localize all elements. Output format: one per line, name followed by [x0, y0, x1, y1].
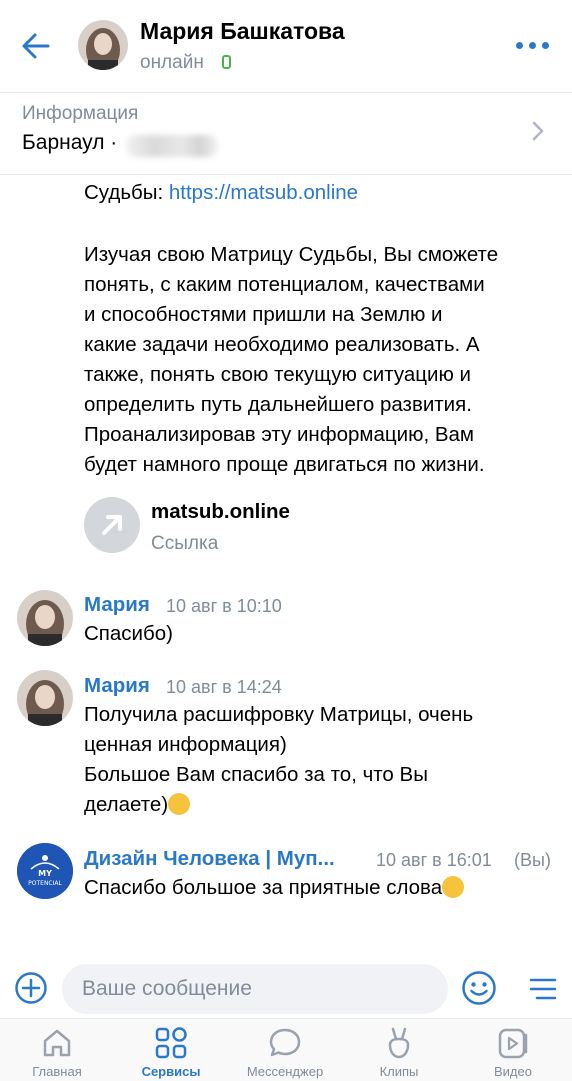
link-card-title[interactable]: matsub.online: [151, 500, 290, 524]
message-text-line: также, понять свою текущую ситуацию и: [84, 363, 471, 386]
message-text-line: какие задачи необходимо реализовать. А: [84, 333, 480, 356]
message-text: Спасибо большое за приятные слова: [84, 876, 443, 899]
attach-plus-icon[interactable]: [14, 971, 48, 1005]
menu-lines-icon[interactable]: [528, 974, 558, 1004]
tab-label: Главная: [32, 1064, 82, 1079]
message-bubble-icon: [269, 1028, 301, 1057]
tab-label: Клипы: [379, 1064, 419, 1079]
info-label: Информация: [22, 103, 139, 124]
tab-label: Мессенджер: [246, 1064, 324, 1079]
message-text-line: Получила расшифровку Матрицы, очень: [84, 703, 474, 726]
community-avatar[interactable]: MY POTENCIAL: [17, 843, 73, 899]
community-avatar-text-1: MY: [38, 869, 52, 878]
tab-label: Видео: [494, 1064, 532, 1079]
message-text-line: Судьбы: https://matsub.online: [84, 181, 359, 204]
contact-name[interactable]: Мария Башкатова: [140, 18, 345, 45]
more-horizontal-icon[interactable]: [516, 40, 550, 52]
link-card-subtitle: Ссылка: [151, 533, 219, 554]
tab-home[interactable]: Главная: [0, 1018, 114, 1080]
sender-name[interactable]: Мария: [84, 674, 150, 698]
video-play-icon: [498, 1028, 528, 1059]
message-text-line: Проанализировав эту информацию, Вам: [84, 423, 475, 446]
mobile-online-icon: [222, 55, 231, 69]
message-text-line: определить путь дальнейшего развития.: [84, 393, 472, 416]
message-text-line: Спасибо): [84, 622, 173, 645]
message-text: делаете): [84, 793, 169, 816]
emoji-smile-icon[interactable]: [461, 970, 497, 1006]
sender-name[interactable]: Мария: [84, 593, 150, 617]
tab-messenger[interactable]: Мессенджер: [228, 1018, 342, 1080]
message-text-line: ценная информация): [84, 733, 287, 756]
sender-avatar[interactable]: [17, 590, 73, 646]
relieved-face-emoji-icon: [168, 793, 191, 815]
message-time: 10 авг в 14:24: [166, 677, 282, 697]
message-link[interactable]: https://matsub.online: [169, 181, 358, 204]
message-time: 10 авг в 10:10: [166, 596, 282, 616]
message-text-line: Изучая свою Матрицу Судьбы, Вы сможете: [84, 243, 499, 266]
message-text-line: Большое Вам спасибо за то, что Вы: [84, 763, 428, 786]
smiling-face-emoji-icon: [442, 876, 465, 898]
message-text-line: делаете): [84, 790, 191, 820]
clips-icon: [388, 1027, 410, 1059]
link-share-icon[interactable]: [84, 497, 140, 553]
message-time: 10 авг в 16:01: [376, 850, 492, 870]
message-text-line: будет намного проще двигаться по жизни.: [84, 453, 485, 476]
blurred-date: [126, 135, 218, 157]
tab-services[interactable]: Сервисы: [114, 1018, 228, 1080]
chevron-right-icon[interactable]: [530, 120, 546, 142]
message-text-line: понять, с каким потенциалом, качествами: [84, 273, 485, 296]
message-input[interactable]: [82, 964, 432, 1014]
info-city: Барнаул ·: [22, 131, 118, 154]
message-input-container: [62, 964, 448, 1014]
sender-name[interactable]: Дизайн Человека | Myп...: [84, 847, 335, 871]
info-divider: [0, 174, 572, 175]
home-icon: [43, 1029, 71, 1057]
sender-avatar[interactable]: [17, 670, 73, 726]
tab-video[interactable]: Видео: [456, 1018, 570, 1080]
back-arrow-icon[interactable]: [18, 28, 54, 64]
message-text-line: Спасибо большое за приятные слова: [84, 873, 465, 903]
tab-label: Сервисы: [141, 1064, 201, 1079]
community-avatar-text-2: POTENCIAL: [28, 880, 62, 887]
services-grid-icon: [155, 1027, 187, 1059]
you-label: (Вы): [514, 850, 551, 870]
message-text-line: и способностями пришли на Землю и: [84, 303, 443, 326]
tab-clips[interactable]: Клипы: [342, 1018, 456, 1080]
online-status: онлайн: [140, 52, 204, 73]
contact-avatar[interactable]: [78, 20, 128, 70]
